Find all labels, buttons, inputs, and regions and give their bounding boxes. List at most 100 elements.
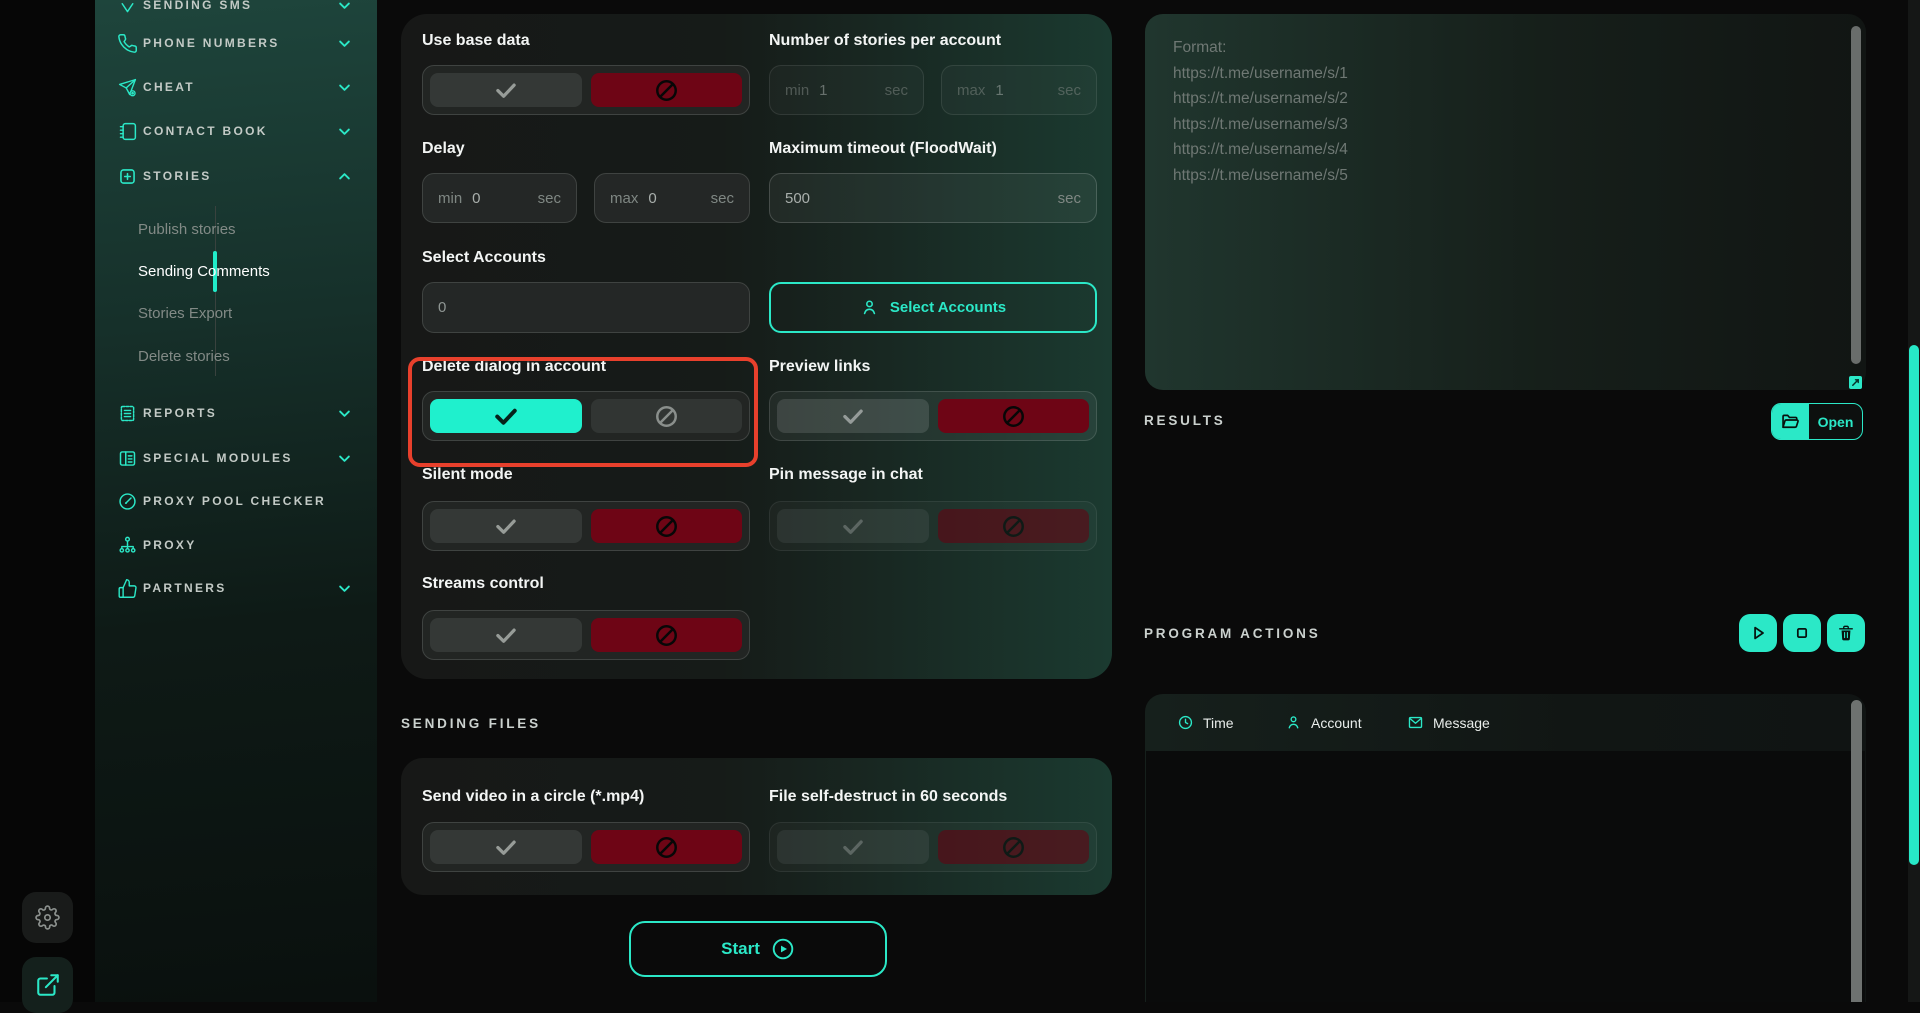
delete-dialog-toggle	[422, 391, 750, 441]
ban-icon	[653, 77, 680, 104]
floodwait-input[interactable]: 500 sec	[769, 173, 1097, 223]
gear-icon	[35, 905, 60, 930]
toggle-no-option[interactable]	[591, 399, 743, 433]
check-icon	[493, 513, 519, 539]
chevron-down-icon	[335, 449, 354, 468]
sidebar-item-stories[interactable]: STORIES	[95, 165, 377, 187]
sidebar-item-stories-export[interactable]: Stories Export	[95, 301, 377, 325]
ban-icon	[653, 622, 680, 649]
field-label: Maximum timeout (FloodWait)	[769, 140, 997, 158]
check-icon	[840, 834, 866, 860]
toggle-yes-option[interactable]	[430, 509, 582, 543]
page-scrollbar-thumb[interactable]	[1909, 345, 1919, 865]
links-textarea[interactable]: Format: https://t.me/username/s/1 https:…	[1145, 14, 1866, 390]
clear-actions-button[interactable]	[1827, 614, 1865, 652]
toggle-no-option[interactable]	[591, 830, 743, 864]
sidebar-item-sending-comments[interactable]: Sending Comments	[95, 259, 377, 283]
external-link-icon	[35, 972, 61, 998]
sidebar-item-sending-sms[interactable]: SENDING SMS	[95, 0, 377, 16]
sidebar-item-phone-numbers[interactable]: PHONE NUMBERS	[95, 32, 377, 54]
chevron-down-icon	[335, 0, 354, 15]
toggle-yes-option[interactable]	[430, 73, 582, 107]
sidebar-item-cheat[interactable]: CHEAT	[95, 76, 377, 98]
stories-max-input[interactable]: max 1 sec	[941, 65, 1097, 115]
sidebar: SENDING SMS PHONE NUMBERS CHEAT CONTACT …	[95, 0, 377, 1002]
section-heading: SENDING FILES	[401, 716, 541, 731]
resize-handle[interactable]	[1849, 376, 1862, 389]
table-scrollbar[interactable]	[1851, 700, 1862, 1002]
field-label: Send video in a circle (*.mp4)	[422, 788, 644, 806]
field-label: Number of stories per account	[769, 32, 1001, 50]
stories-plus-icon	[117, 166, 138, 187]
sidebar-item-contact-book[interactable]: CONTACT BOOK	[95, 120, 377, 142]
sidebar-item-proxy[interactable]: PROXY	[95, 534, 377, 556]
toggle-yes-option[interactable]	[430, 618, 582, 652]
clock-icon	[1177, 714, 1194, 731]
toggle-yes-option[interactable]	[430, 830, 582, 864]
play-icon	[1748, 623, 1768, 643]
ban-icon	[653, 834, 680, 861]
toggle-yes-option[interactable]	[430, 399, 582, 433]
external-link-button[interactable]	[22, 957, 73, 1013]
toggle-no-option[interactable]	[938, 509, 1090, 543]
table-header: Time Account Message	[1145, 694, 1866, 751]
file-self-destruct-toggle	[769, 822, 1097, 872]
chevron-down-icon	[335, 78, 354, 97]
start-button[interactable]: Start	[629, 921, 887, 977]
delay-min-input[interactable]: min 0 sec	[422, 173, 577, 223]
toggle-no-option[interactable]	[591, 509, 743, 543]
column-header-message[interactable]: Message	[1407, 714, 1490, 731]
check-icon	[493, 77, 519, 103]
sidebar-item-publish-stories[interactable]: Publish stories	[95, 217, 377, 241]
open-results-button[interactable]: Open	[1771, 403, 1863, 440]
field-label: Select Accounts	[422, 249, 546, 267]
toggle-no-option[interactable]	[591, 73, 743, 107]
settings-button[interactable]	[22, 892, 73, 943]
silent-mode-toggle	[422, 501, 750, 551]
toggle-no-option[interactable]	[938, 399, 1090, 433]
check-icon	[492, 402, 520, 430]
thumbs-up-icon	[117, 578, 138, 599]
chevron-down-icon	[335, 122, 354, 141]
accounts-count-input[interactable]: 0	[422, 282, 750, 333]
send-sms-icon	[117, 0, 138, 16]
network-icon	[117, 535, 138, 556]
table-body	[1146, 751, 1865, 1002]
reports-icon	[117, 403, 138, 424]
sidebar-item-proxy-pool-checker[interactable]: PROXY POOL CHECKER	[95, 490, 377, 512]
sidebar-item-partners[interactable]: PARTNERS	[95, 577, 377, 599]
sidebar-item-delete-stories[interactable]: Delete stories	[95, 344, 377, 368]
column-header-account[interactable]: Account	[1285, 714, 1362, 731]
chevron-down-icon	[335, 579, 354, 598]
textarea-scrollbar[interactable]	[1851, 26, 1861, 364]
streams-control-toggle	[422, 610, 750, 660]
toggle-yes-option[interactable]	[777, 830, 929, 864]
sidebar-item-reports[interactable]: REPORTS	[95, 402, 377, 424]
field-label: Pin message in chat	[769, 466, 923, 484]
stories-min-input[interactable]: min 1 sec	[769, 65, 924, 115]
field-label: Streams control	[422, 575, 544, 593]
check-icon	[493, 622, 519, 648]
column-header-time[interactable]: Time	[1177, 714, 1234, 731]
gauge-icon	[117, 491, 138, 512]
program-actions-heading: PROGRAM ACTIONS	[1144, 626, 1321, 641]
delay-max-input[interactable]: max 0 sec	[594, 173, 750, 223]
check-icon	[840, 513, 866, 539]
format-placeholder: Format: https://t.me/username/s/1 https:…	[1173, 35, 1348, 188]
sidebar-item-special-modules[interactable]: SPECIAL MODULES	[95, 447, 377, 469]
trash-icon	[1836, 623, 1856, 643]
toggle-yes-option[interactable]	[777, 399, 929, 433]
ban-icon	[653, 513, 680, 540]
run-actions-button[interactable]	[1739, 614, 1777, 652]
toggle-no-option[interactable]	[591, 618, 743, 652]
ban-icon	[653, 403, 680, 430]
toggle-no-option[interactable]	[938, 830, 1090, 864]
toggle-yes-option[interactable]	[777, 509, 929, 543]
person-icon	[1285, 714, 1302, 731]
select-accounts-button[interactable]: Select Accounts	[769, 282, 1097, 333]
pin-message-toggle	[769, 501, 1097, 551]
use-base-data-toggle	[422, 65, 750, 115]
stop-actions-button[interactable]	[1783, 614, 1821, 652]
chevron-down-icon	[335, 404, 354, 423]
field-label: Silent mode	[422, 466, 513, 484]
